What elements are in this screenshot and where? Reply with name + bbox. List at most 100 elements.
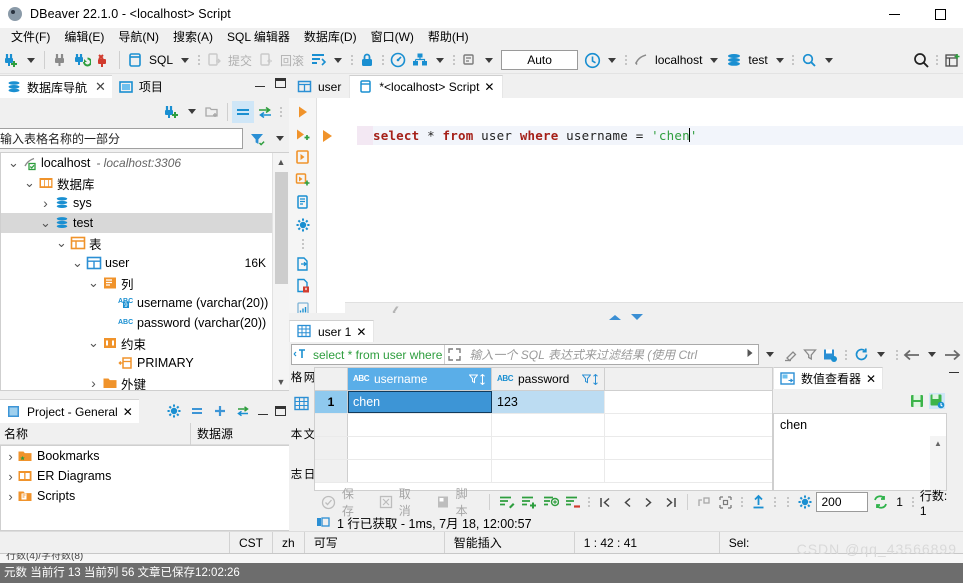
link-editor-icon[interactable] xyxy=(254,101,276,123)
close-icon[interactable]: ✕ xyxy=(866,372,876,386)
sql-code-area[interactable]: select * from user where username = 'che… xyxy=(317,98,963,320)
search-icon[interactable] xyxy=(798,49,820,71)
tree-node-localhost[interactable]: ⌄ localhost - localhost:3306 xyxy=(1,153,272,173)
close-icon[interactable]: ✕ xyxy=(123,405,133,419)
filter-dropdown-icon[interactable] xyxy=(276,136,284,141)
menu-file[interactable]: 文件(F) xyxy=(4,28,57,47)
tab-project-general[interactable]: Project - General ✕ xyxy=(0,399,139,423)
menu-edit[interactable]: 编辑(E) xyxy=(57,28,111,47)
grid-col-sort-filter[interactable] xyxy=(582,373,599,385)
menu-sql-editor[interactable]: SQL 编辑器 xyxy=(220,28,297,47)
grid-col-sort-filter[interactable] xyxy=(469,373,486,385)
gear-icon[interactable] xyxy=(795,492,815,512)
transaction-log-icon[interactable] xyxy=(458,49,480,71)
calc-icon[interactable] xyxy=(694,492,714,512)
minimize-button[interactable] xyxy=(871,0,917,28)
close-icon[interactable]: ✕ xyxy=(95,79,106,95)
tree-node-password[interactable]: ABC password (varchar(20)) xyxy=(1,313,272,333)
lock-icon[interactable] xyxy=(356,49,378,71)
chevron-right-icon[interactable]: › xyxy=(39,195,52,211)
sql-dropdown-icon[interactable] xyxy=(181,57,190,63)
close-icon[interactable]: ✕ xyxy=(356,325,366,339)
export-icon[interactable] xyxy=(749,492,769,512)
tree-node-tables[interactable]: ⌄ 表 xyxy=(1,233,272,253)
maximize-button[interactable] xyxy=(917,0,963,28)
view-menu-icon[interactable] xyxy=(278,103,283,121)
invalidate-icon[interactable] xyxy=(93,49,115,71)
expand-all-icon[interactable] xyxy=(212,403,228,419)
filter-icon[interactable] xyxy=(246,128,268,150)
scroll-up-icon[interactable]: ▲ xyxy=(273,153,289,170)
perspective-icon[interactable] xyxy=(941,49,963,71)
gear-icon[interactable] xyxy=(166,403,182,419)
tab-results-user1[interactable]: user 1 ✕ xyxy=(289,320,375,342)
edit-row-icon[interactable] xyxy=(496,492,516,512)
collapse-all-icon[interactable] xyxy=(232,100,254,123)
first-page-icon[interactable] xyxy=(595,492,615,512)
tree-node-columns[interactable]: ⌄ 列 xyxy=(1,273,272,293)
menu-help[interactable]: 帮助(H) xyxy=(421,28,476,47)
menu-database[interactable]: 数据库(D) xyxy=(297,28,364,47)
grid-col-username[interactable]: ABC username xyxy=(348,368,492,390)
project-row-er-diagrams[interactable]: › ER Diagrams xyxy=(1,466,289,486)
reconnect-icon[interactable] xyxy=(71,49,93,71)
chevron-down-icon[interactable]: ⌄ xyxy=(7,156,20,169)
auto-commit-selector[interactable]: Auto xyxy=(501,50,579,70)
minimize-icon[interactable] xyxy=(949,372,959,373)
collapse-all-icon[interactable] xyxy=(189,403,205,419)
chevron-down-icon[interactable]: ⌄ xyxy=(55,236,68,249)
chevron-down-icon[interactable]: ⌄ xyxy=(71,256,84,269)
scroll-down-icon[interactable]: ▼ xyxy=(273,373,289,390)
link-editor-icon[interactable] xyxy=(235,403,251,419)
save-value-icon[interactable] xyxy=(909,393,925,409)
menu-navigate[interactable]: 导航(N) xyxy=(111,28,166,47)
next-page-icon[interactable] xyxy=(639,492,659,512)
grid-col-password[interactable]: ABC password xyxy=(492,368,605,390)
forward-icon[interactable] xyxy=(943,344,961,365)
new-connection-icon[interactable] xyxy=(161,101,183,123)
presentation-tab-grid-label[interactable]: 网格 xyxy=(289,371,315,394)
chevron-right-icon[interactable]: › xyxy=(4,489,17,504)
table-filter-input[interactable]: 输入表格名称的一部分 xyxy=(0,128,243,149)
prev-page-icon[interactable] xyxy=(617,492,637,512)
history-icon[interactable] xyxy=(581,49,603,71)
global-search-icon[interactable] xyxy=(910,49,932,71)
value-viewer-scrollbar[interactable]: ▲ xyxy=(930,436,946,490)
chevron-down-icon[interactable]: ⌄ xyxy=(87,276,100,289)
erd-dropdown-icon[interactable] xyxy=(436,57,445,63)
scrollbar-thumb[interactable] xyxy=(275,172,288,284)
refresh-icon[interactable] xyxy=(852,344,870,365)
connection-name[interactable]: localhost xyxy=(652,53,705,67)
cell-password[interactable]: 123 xyxy=(492,391,605,413)
new-connection-dropdown-icon[interactable] xyxy=(188,109,196,114)
search-dropdown-icon[interactable] xyxy=(824,57,833,63)
filter-settings-icon[interactable] xyxy=(801,344,819,365)
tree-node-foreign-keys[interactable]: › 外键 xyxy=(1,373,272,390)
history-dropdown-icon[interactable] xyxy=(608,57,617,63)
disconnect-icon[interactable] xyxy=(49,49,71,71)
transaction-mode-icon[interactable] xyxy=(307,49,329,71)
table-row[interactable]: 1 chen 123 xyxy=(315,391,772,414)
maximize-icon[interactable] xyxy=(275,406,286,416)
chevron-down-icon[interactable]: ⌄ xyxy=(87,336,100,349)
database-dropdown-icon[interactable] xyxy=(775,57,784,63)
chevron-right-icon[interactable]: › xyxy=(4,469,17,484)
clear-filter-icon[interactable] xyxy=(781,344,799,365)
project-row-bookmarks[interactable]: › Bookmarks xyxy=(1,446,289,466)
tree-node-primary[interactable]: PRIMARY xyxy=(1,353,272,373)
filter-history-icon[interactable] xyxy=(761,344,779,365)
maximize-icon[interactable] xyxy=(275,78,286,88)
close-icon[interactable]: ✕ xyxy=(484,80,494,94)
transaction-log-dropdown-icon[interactable] xyxy=(485,57,494,63)
refresh-icon[interactable] xyxy=(870,492,890,512)
save-value-history-icon[interactable] xyxy=(929,393,945,409)
expand-icon[interactable] xyxy=(447,347,465,363)
explain-plan-icon[interactable] xyxy=(291,191,315,213)
menu-window[interactable]: 窗口(W) xyxy=(364,28,421,47)
results-filter-input[interactable]: select * from user where 输入一个 SQL 表达式来过滤… xyxy=(291,344,759,365)
tree-node-databases[interactable]: ⌄ 数据库 xyxy=(1,173,272,193)
execute-script-icon[interactable] xyxy=(291,123,315,145)
execute-new-tab-icon[interactable] xyxy=(291,146,315,168)
erd-icon[interactable] xyxy=(409,49,431,71)
add-row-icon[interactable] xyxy=(518,492,538,512)
